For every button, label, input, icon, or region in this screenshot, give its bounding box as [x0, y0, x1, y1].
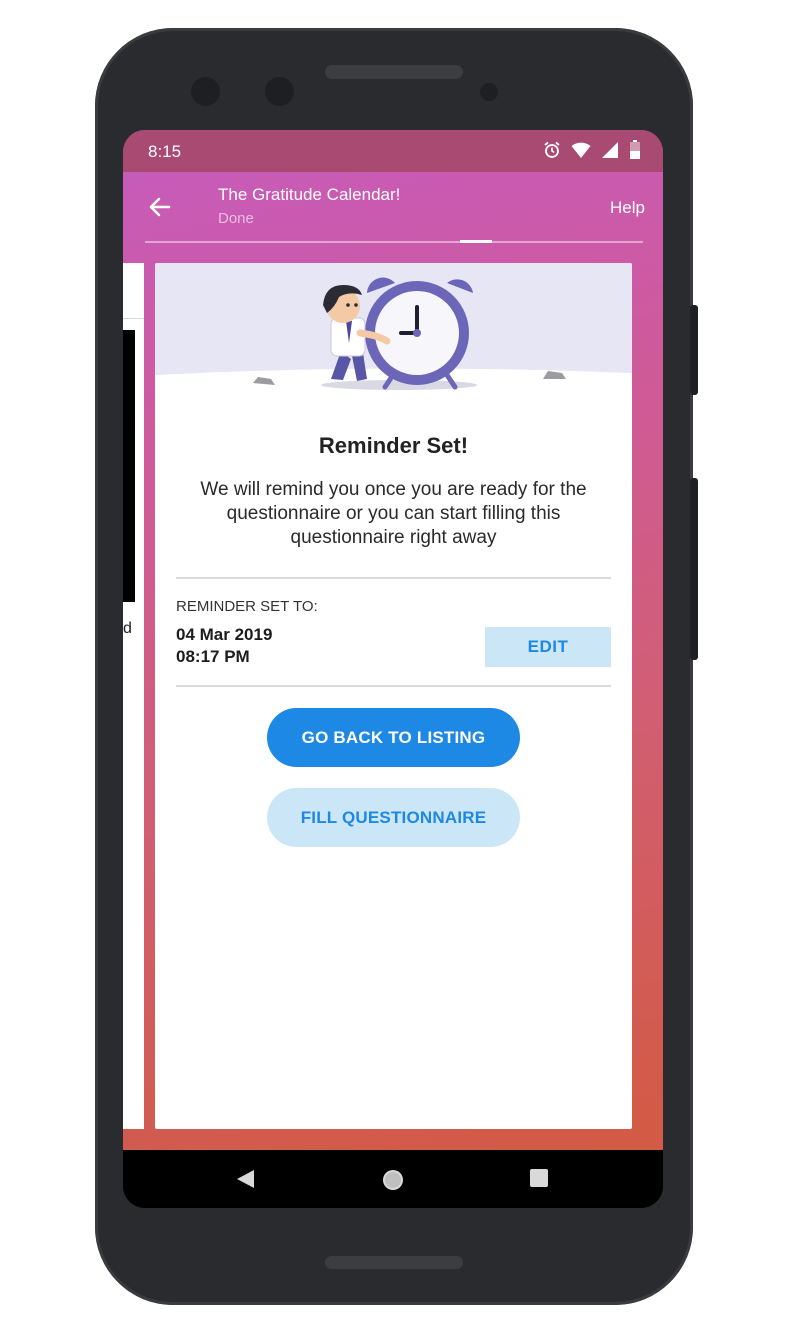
reminder-time: 08:17 PM [176, 647, 250, 666]
front-camera [265, 77, 294, 106]
front-sensor-left [191, 77, 220, 106]
previous-card-image [123, 330, 135, 602]
fill-questionnaire-button[interactable]: FILL QUESTIONNAIRE [267, 788, 520, 847]
app-bar: The Gratitude Calendar! Done Help [123, 172, 663, 244]
divider-top [176, 577, 611, 579]
app-bar-subtitle: Done [218, 210, 254, 227]
status-time: 8:15 [148, 142, 182, 161]
proximity-sensor [480, 83, 498, 101]
divider-bottom [176, 685, 611, 687]
home-circle-icon[interactable] [381, 1168, 405, 1197]
edit-reminder-button[interactable]: EDIT [485, 627, 611, 667]
go-back-to-listing-button[interactable]: GO BACK TO LISTING [267, 708, 520, 767]
previous-card-divider [123, 318, 144, 319]
navigation-bar [123, 1150, 663, 1208]
cell-signal-icon [601, 141, 619, 164]
status-icons [543, 140, 641, 165]
reminder-card: Reminder Set! We will remind you once yo… [155, 263, 632, 1129]
reminder-date: 04 Mar 2019 [176, 625, 273, 644]
wifi-icon [571, 141, 591, 164]
back-triangle-icon[interactable] [235, 1168, 257, 1195]
card-message: We will remind you once you are ready fo… [200, 479, 587, 548]
app-bar-title: The Gratitude Calendar! [218, 185, 401, 204]
previous-card[interactable]: d [123, 263, 144, 1129]
previous-card-text-fragment: d [123, 620, 132, 637]
recents-square-icon[interactable] [529, 1168, 549, 1193]
reminder-label: REMINDER SET TO: [176, 598, 318, 615]
status-bar: 8:15 [123, 130, 663, 172]
bottom-speaker [325, 1256, 463, 1269]
help-button[interactable]: Help [610, 198, 645, 218]
alarm-icon [543, 141, 561, 164]
card-title: Reminder Set! [318, 433, 469, 458]
power-button [690, 305, 698, 395]
volume-button [690, 478, 698, 660]
alarm-clock-illustration [155, 263, 632, 390]
back-arrow-icon[interactable] [147, 194, 173, 220]
progress-track [145, 241, 643, 243]
battery-icon [629, 140, 641, 165]
progress-indicator [460, 240, 492, 243]
earpiece-speaker [325, 65, 463, 79]
device-screen: 8:15 The Gratitude Calendar! Done Help d… [123, 130, 663, 1208]
